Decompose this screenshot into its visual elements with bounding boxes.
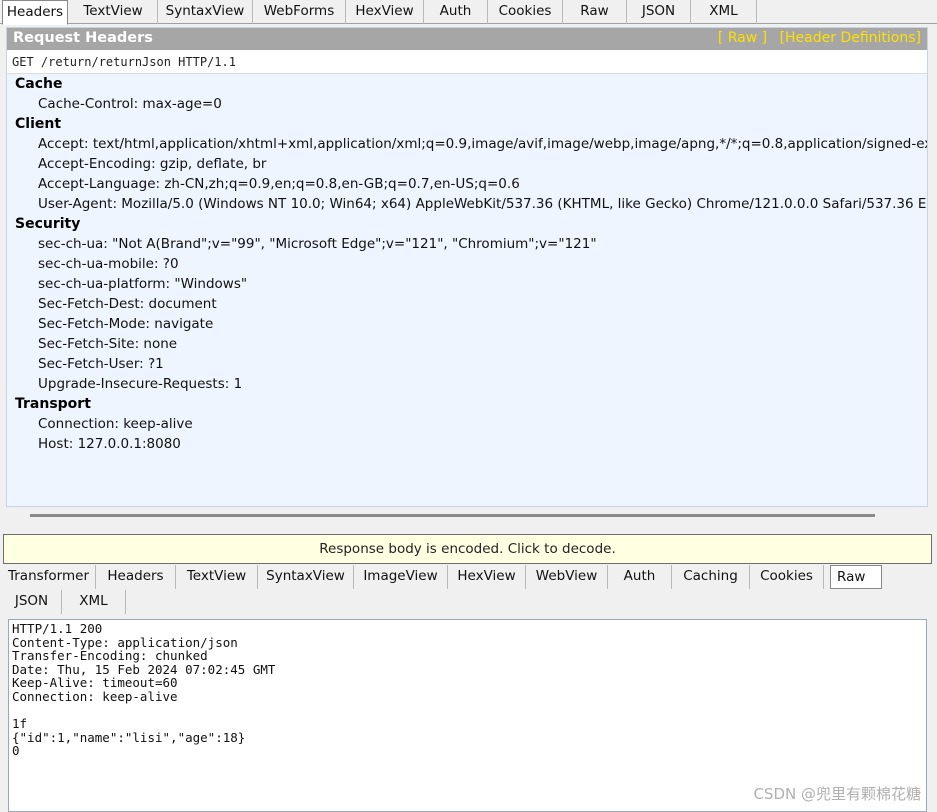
horizontal-scrollbar[interactable] [30, 514, 875, 517]
request-headers-title: Request Headers [13, 30, 153, 46]
header-definitions-link[interactable]: [Header Definitions] [780, 30, 921, 46]
header-row[interactable]: Host: 127.0.0.1:8080 [7, 434, 927, 454]
response-tab-strip-row1: Transformer Headers TextView SyntaxView … [0, 565, 937, 589]
header-row[interactable]: Accept-Language: zh-CN,zh;q=0.9,en;q=0.8… [7, 174, 927, 194]
header-row[interactable]: Sec-Fetch-Site: none [7, 334, 927, 354]
header-row[interactable]: Accept: text/html,application/xhtml+xml,… [7, 134, 927, 154]
header-row[interactable]: sec-ch-ua-mobile: ?0 [7, 254, 927, 274]
group-transport[interactable]: Transport [7, 394, 927, 414]
response-tab-headers[interactable]: Headers [96, 565, 176, 589]
header-row[interactable]: Sec-Fetch-User: ?1 [7, 354, 927, 374]
header-groups: Cache Cache-Control: max-age=0 Client Ac… [7, 74, 927, 454]
header-row[interactable]: Upgrade-Insecure-Requests: 1 [7, 374, 927, 394]
response-tab-xml[interactable]: XML [62, 590, 126, 614]
request-tab-auth[interactable]: Auth [424, 0, 488, 24]
request-tab-raw[interactable]: Raw [563, 0, 627, 24]
response-tab-json[interactable]: JSON [2, 590, 62, 614]
request-tab-textview[interactable]: TextView [69, 0, 158, 24]
header-row[interactable]: User-Agent: Mozilla/5.0 (Windows NT 10.0… [7, 194, 927, 214]
request-tab-webforms[interactable]: WebForms [253, 0, 346, 24]
request-header-links: [ Raw ] [Header Definitions] [710, 30, 921, 46]
request-headers-panel: Request Headers [ Raw ] [Header Definiti… [6, 27, 928, 507]
request-tab-xml[interactable]: XML [691, 0, 757, 24]
response-tab-transformer[interactable]: Transformer [2, 565, 96, 589]
header-row[interactable]: Cache-Control: max-age=0 [7, 94, 927, 114]
request-tab-strip: Headers TextView SyntaxView WebForms Hex… [0, 0, 937, 25]
header-row[interactable]: Accept-Encoding: gzip, deflate, br [7, 154, 927, 174]
request-tab-hexview[interactable]: HexView [346, 0, 424, 24]
request-tab-syntaxview[interactable]: SyntaxView [158, 0, 253, 24]
header-row[interactable]: Sec-Fetch-Dest: document [7, 294, 927, 314]
header-row[interactable]: sec-ch-ua: "Not A(Brand";v="99", "Micros… [7, 234, 927, 254]
header-row[interactable]: Connection: keep-alive [7, 414, 927, 434]
request-tab-json[interactable]: JSON [627, 0, 691, 24]
header-row[interactable]: Sec-Fetch-Mode: navigate [7, 314, 927, 334]
group-security[interactable]: Security [7, 214, 927, 234]
header-row[interactable]: sec-ch-ua-platform: "Windows" [7, 274, 927, 294]
response-tab-imageview[interactable]: ImageView [354, 565, 448, 589]
request-tab-cookies[interactable]: Cookies [488, 0, 563, 24]
response-tab-strip-row2: JSON XML [0, 590, 937, 616]
response-tab-textview[interactable]: TextView [176, 565, 258, 589]
response-tab-syntaxview[interactable]: SyntaxView [258, 565, 354, 589]
response-tab-raw[interactable]: Raw [830, 565, 882, 589]
response-tab-webview[interactable]: WebView [526, 565, 608, 589]
group-cache[interactable]: Cache [7, 74, 927, 94]
request-tab-headers[interactable]: Headers [2, 0, 68, 25]
decode-notice-bar[interactable]: Response body is encoded. Click to decod… [3, 534, 932, 564]
request-headers-title-bar: Request Headers [ Raw ] [Header Definiti… [7, 28, 927, 50]
response-tab-auth[interactable]: Auth [608, 565, 672, 589]
response-tab-caching[interactable]: Caching [672, 565, 750, 589]
group-client[interactable]: Client [7, 114, 927, 134]
response-tab-hexview[interactable]: HexView [448, 565, 526, 589]
raw-link[interactable]: [ Raw ] [718, 30, 767, 46]
request-line: GET /return/returnJson HTTP/1.1 [7, 50, 927, 74]
response-tab-cookies[interactable]: Cookies [750, 565, 824, 589]
watermark: CSDN @兜里有颗棉花糖 [753, 785, 921, 803]
